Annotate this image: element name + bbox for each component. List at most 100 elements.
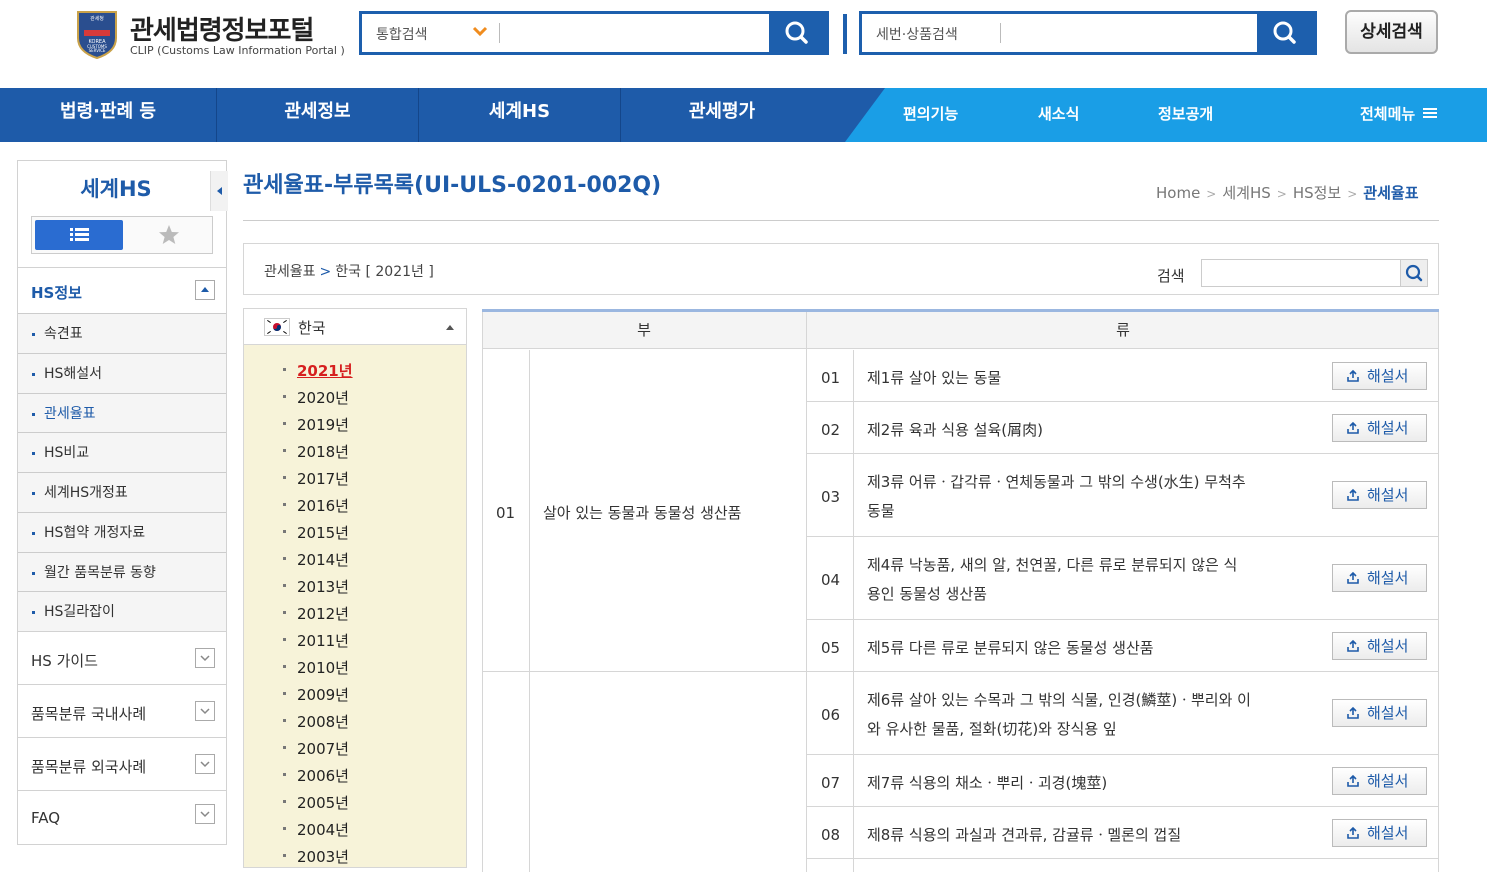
expand-toggle[interactable] xyxy=(195,701,215,721)
nav-news[interactable]: 새소식 xyxy=(1038,88,1079,142)
upload-icon xyxy=(1347,706,1359,719)
sidebar-collapse-button[interactable] xyxy=(210,171,228,211)
explanatory-notes-button[interactable]: 해설서 xyxy=(1332,362,1427,390)
breadcrumb-hs-info[interactable]: HS정보 xyxy=(1293,184,1341,202)
chapter-title-cont[interactable]: 동물 xyxy=(867,497,895,526)
chevron-right-icon: > xyxy=(1276,187,1287,201)
year-item[interactable]: 2014년 xyxy=(283,549,349,570)
breadcrumb-home[interactable]: Home xyxy=(1156,184,1200,202)
chapter-title-cont[interactable]: 와 유사한 물품, 절화(切花)와 장식용 잎 xyxy=(867,715,1117,744)
collapse-toggle[interactable] xyxy=(195,280,215,300)
year-item[interactable]: 2013년 xyxy=(283,576,349,597)
chapter-title[interactable]: 제8류 식용의 과실과 견과류, 감귤류ㆍ멜론의 껍질 xyxy=(867,821,1181,850)
sidebar-section-domestic-cases[interactable]: 품목분류 국내사례 xyxy=(18,684,226,737)
explanatory-notes-button[interactable]: 해설서 xyxy=(1332,819,1427,847)
year-item[interactable]: 2015년 xyxy=(283,522,349,543)
filter-search-button[interactable] xyxy=(1400,259,1428,287)
breadcrumb-current: 관세율표 xyxy=(1363,184,1419,202)
sidebar-section-foreign-cases[interactable]: 품목분류 외국사례 xyxy=(18,737,226,790)
chapter-title[interactable]: 제4류 낙농품, 새의 알, 천연꿀, 다른 류로 분류되지 않은 식 xyxy=(867,551,1237,580)
grid-line xyxy=(806,806,1439,807)
year-item[interactable]: 2009년 xyxy=(283,684,349,705)
upload-icon xyxy=(1347,639,1359,652)
year-item[interactable]: 2017년 xyxy=(283,468,349,489)
nav-laws-precedents[interactable]: 법령·판례 등 xyxy=(0,88,217,142)
chapter-title-cont[interactable]: 용인 동물성 생산품 xyxy=(867,580,987,609)
sidebar-item-quick-table[interactable]: 속견표 xyxy=(18,313,226,353)
expand-toggle[interactable] xyxy=(195,804,215,824)
nav-customs-valuation[interactable]: 관세평가 xyxy=(621,88,823,142)
chevron-right-icon: > xyxy=(1347,187,1358,201)
explanatory-notes-button[interactable]: 해설서 xyxy=(1332,481,1427,509)
sidebar-item-hs-revision-table[interactable]: 세계HS개정표 xyxy=(18,472,226,512)
chapter-title[interactable]: 제3류 어류ㆍ갑각류ㆍ연체동물과 그 밖의 수생(水生) 무척추 xyxy=(867,468,1246,497)
chevron-down-icon[interactable] xyxy=(472,22,488,40)
explanatory-notes-button[interactable]: 해설서 xyxy=(1332,414,1427,442)
year-item[interactable]: 2005년 xyxy=(283,792,349,813)
year-item[interactable]: 2011년 xyxy=(283,630,349,651)
explanatory-notes-button[interactable]: 해설서 xyxy=(1332,632,1427,660)
year-item[interactable]: 2008년 xyxy=(283,711,349,732)
sidebar-item-monthly-trends[interactable]: 월간 품목분류 동향 xyxy=(18,552,226,592)
nav-world-hs[interactable]: 세계HS xyxy=(419,88,621,142)
nav-customs-info[interactable]: 관세정보 xyxy=(217,88,419,142)
sidebar-item-hs-convention[interactable]: HS협약 개정자료 xyxy=(18,512,226,552)
chapter-title[interactable]: 제6류 살아 있는 수목과 그 밖의 식물, 인경(鱗莖)ㆍ뿌리와 이 xyxy=(867,686,1251,715)
chapter-title[interactable]: 제5류 다른 류로 분류되지 않은 동물성 생산품 xyxy=(867,634,1154,663)
detail-search-button[interactable]: 상세검색 xyxy=(1345,10,1438,54)
sidebar-item-hs-explanatory[interactable]: HS해설서 xyxy=(18,353,226,393)
nav-info-disclosure[interactable]: 정보공개 xyxy=(1158,88,1213,142)
upload-icon xyxy=(1347,826,1359,839)
year-item[interactable]: 2004년 xyxy=(283,819,349,840)
year-item-selected[interactable]: 2021년 xyxy=(283,360,353,381)
korea-flag-icon xyxy=(264,318,290,336)
grid-line xyxy=(806,858,1439,859)
sidebar-item-tariff-schedule[interactable]: 관세율표 xyxy=(18,393,226,433)
integrated-search-button[interactable] xyxy=(769,14,826,52)
year-item[interactable]: 2006년 xyxy=(283,765,349,786)
code-search-label: 세번·상품검색 xyxy=(876,27,958,43)
tab-favorites[interactable] xyxy=(156,222,182,248)
hs-code-search-input[interactable] xyxy=(1006,18,1246,48)
grid-line xyxy=(482,312,483,872)
sidebar-section-faq[interactable]: FAQ xyxy=(18,790,226,845)
breadcrumb-world-hs[interactable]: 세계HS xyxy=(1222,184,1270,202)
main-navigation: 법령·판례 등 관세정보 세계HS 관세평가 편의기능 새소식 정보공개 전체메… xyxy=(0,88,1487,142)
sidebar-section-hs-info[interactable]: HS정보 xyxy=(18,267,226,313)
expand-toggle[interactable] xyxy=(195,648,215,668)
sidebar-section-label: FAQ xyxy=(31,809,61,827)
sidebar-item-hs-guidebook[interactable]: HS길라잡이 xyxy=(18,591,226,631)
all-menu-button[interactable]: 전체메뉴 xyxy=(1360,88,1438,142)
chapter-title[interactable]: 제2류 육과 식용 설육(屑肉) xyxy=(867,416,1043,445)
year-item[interactable]: 2016년 xyxy=(283,495,349,516)
expand-toggle[interactable] xyxy=(195,754,215,774)
explanatory-notes-button[interactable]: 해설서 xyxy=(1332,564,1427,592)
year-item[interactable]: 2007년 xyxy=(283,738,349,759)
caret-up-icon[interactable] xyxy=(446,325,454,330)
sidebar-item-hs-compare[interactable]: HS비교 xyxy=(18,432,226,472)
filter-path: 관세율표 > 한국 [ 2021년 ] xyxy=(264,261,434,281)
year-item[interactable]: 2019년 xyxy=(283,414,349,435)
country-select[interactable]: 한국 xyxy=(244,309,466,345)
customs-emblem-icon[interactable]: 관세청 KOREA CUSTOMS SERVICE xyxy=(74,8,120,60)
hs-code-search-button[interactable] xyxy=(1257,14,1314,52)
year-item[interactable]: 2018년 xyxy=(283,441,349,462)
integrated-search-input[interactable] xyxy=(504,18,764,48)
logo-title[interactable]: 관세법령정보포털 xyxy=(130,10,314,47)
grid-line xyxy=(482,671,806,672)
sidebar-section-hs-guide[interactable]: HS 가이드 xyxy=(18,631,226,684)
explanatory-notes-button[interactable]: 해설서 xyxy=(1332,767,1427,795)
section-name[interactable]: 살아 있는 동물과 동물성 생산품 xyxy=(543,499,741,528)
explanatory-notes-button[interactable]: 해설서 xyxy=(1332,699,1427,727)
nav-convenience[interactable]: 편의기능 xyxy=(903,88,958,142)
year-item[interactable]: 2012년 xyxy=(283,603,349,624)
chapter-title[interactable]: 제1류 살아 있는 동물 xyxy=(867,364,1001,393)
filter-search-input[interactable] xyxy=(1201,259,1401,287)
country-name: 한국 xyxy=(298,319,326,337)
year-item[interactable]: 2010년 xyxy=(283,657,349,678)
search-icon xyxy=(1273,21,1296,44)
search-scope-select[interactable]: 통합검색 xyxy=(376,24,428,44)
tab-menu-list[interactable] xyxy=(35,220,123,250)
year-item[interactable]: 2020년 xyxy=(283,387,349,408)
chapter-title[interactable]: 제7류 식용의 채소ㆍ뿌리ㆍ괴경(塊莖) xyxy=(867,769,1107,798)
